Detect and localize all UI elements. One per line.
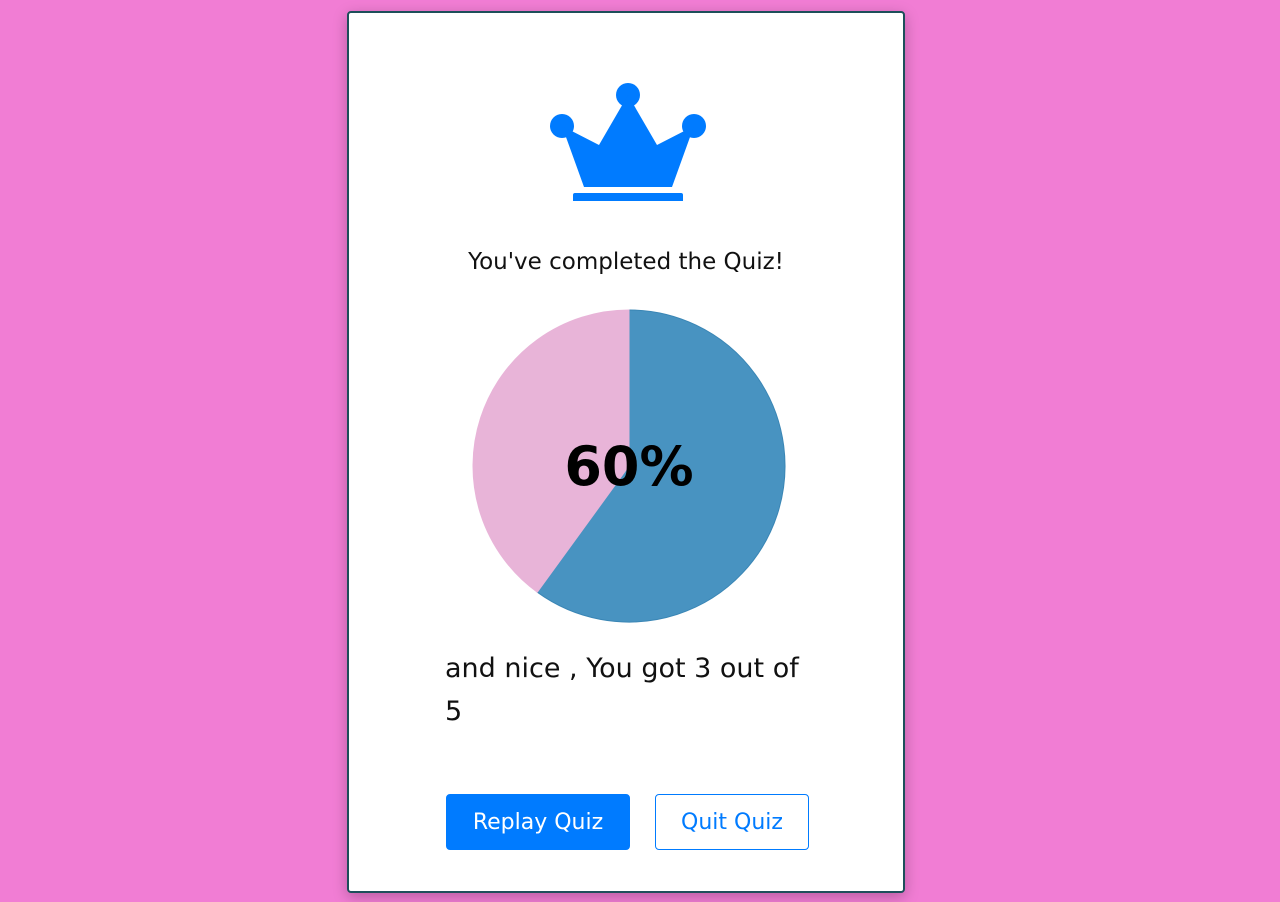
replay-quiz-button[interactable]: Replay Quiz [446,794,630,850]
quit-quiz-button[interactable]: Quit Quiz [655,794,809,850]
crown-icon [550,83,706,201]
score-result-text: and nice , You got 3 out of 5 [445,653,799,727]
completion-message: You've completed the Quiz! [468,249,784,275]
result-card: You've completed the Quiz! 60% and nice … [347,11,905,893]
score-percentage: 60% [564,434,694,498]
score-pie-chart: 60% [471,308,787,624]
